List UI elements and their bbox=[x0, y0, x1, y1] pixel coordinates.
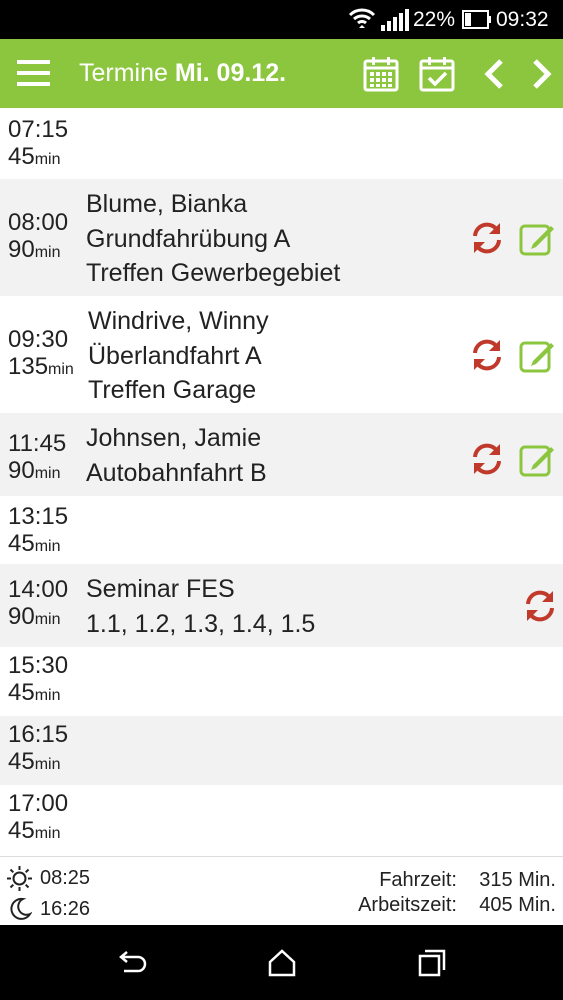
appointment-row[interactable]: 07:15 45min bbox=[0, 108, 563, 179]
appointment-row[interactable]: 09:30 135min Windrive, Winny Überlandfah… bbox=[0, 296, 563, 413]
appointment-row[interactable]: 15:30 45min bbox=[0, 647, 563, 716]
sunrise-time: 08:25 bbox=[40, 867, 91, 889]
time-column: 14:00 90min bbox=[8, 576, 68, 633]
time-column: 08:00 90min bbox=[8, 209, 68, 266]
appointment-time: 09:30 bbox=[8, 326, 69, 353]
back-icon[interactable] bbox=[116, 947, 148, 979]
appointment-lesson: Überlandfahrt A bbox=[88, 341, 262, 370]
time-column: 16:15 45min bbox=[8, 721, 68, 778]
appointment-time: 15:30 bbox=[8, 652, 69, 679]
appointment-details: Windrive, Winny Überlandfahrt A Treffen … bbox=[88, 304, 269, 408]
appointment-student: Johnsen, Jamie bbox=[86, 424, 262, 452]
appointment-duration: 135min bbox=[8, 353, 74, 380]
appointment-time: 11:45 bbox=[8, 430, 67, 457]
appointment-duration: 45min bbox=[8, 679, 61, 706]
status-bar: 22% 09:32 bbox=[0, 0, 563, 39]
calendar-check-icon[interactable] bbox=[419, 56, 455, 92]
recent-apps-icon[interactable] bbox=[416, 947, 448, 979]
title-prefix: Termine bbox=[79, 59, 168, 87]
appointment-duration: 45min bbox=[8, 143, 61, 170]
wifi-icon bbox=[348, 8, 376, 28]
fahrzeit-label: Fahrzeit: bbox=[379, 869, 457, 891]
chevron-right-icon[interactable] bbox=[523, 56, 559, 92]
summary-footer: 08:25 16:26 Fahrzeit: 315 Min. Arbeitsze… bbox=[0, 856, 563, 926]
system-nav-bar bbox=[0, 925, 563, 1000]
appointment-duration: 45min bbox=[8, 748, 61, 775]
edit-icon[interactable] bbox=[519, 441, 555, 477]
battery-percent: 22% bbox=[413, 8, 456, 31]
time-column: 15:30 45min bbox=[8, 652, 68, 709]
appointment-time: 16:15 bbox=[8, 721, 69, 748]
fahrzeit-value: 315 Min. bbox=[479, 869, 556, 891]
appointment-lesson: Autobahnfahrt B bbox=[86, 458, 267, 487]
menu-button[interactable] bbox=[17, 60, 50, 86]
appointment-details: Seminar FES 1.1, 1.2, 1.3, 1.4, 1.5 bbox=[86, 572, 315, 641]
appointment-row[interactable]: 13:15 45min bbox=[0, 496, 563, 564]
appointment-duration: 90min bbox=[8, 236, 61, 263]
appointment-student: Blume, Bianka bbox=[86, 190, 248, 218]
appointment-time: 08:00 bbox=[8, 209, 69, 236]
appointment-title: Seminar FES bbox=[86, 575, 235, 603]
time-column: 07:15 45min bbox=[8, 116, 68, 173]
arbeitszeit-value: 405 Min. bbox=[479, 894, 556, 916]
calendar-month-icon[interactable] bbox=[363, 56, 399, 92]
signal-icon bbox=[381, 9, 409, 31]
appointment-row[interactable]: 11:45 90min Johnsen, Jamie Autobahnfahrt… bbox=[0, 413, 563, 496]
appointment-row[interactable]: 08:00 90min Blume, Bianka Grundfahrübung… bbox=[0, 179, 563, 296]
appointment-time: 13:15 bbox=[8, 503, 69, 530]
refresh-icon[interactable] bbox=[469, 220, 505, 256]
appointment-duration: 45min bbox=[8, 530, 61, 557]
appointment-row[interactable]: 14:00 90min Seminar FES 1.1, 1.2, 1.3, 1… bbox=[0, 564, 563, 647]
appointment-lesson: Grundfahrübung A bbox=[86, 224, 291, 253]
page-title: Termine Mi. 09.12. bbox=[79, 59, 286, 88]
status-clock: 09:32 bbox=[496, 8, 549, 31]
appointment-duration: 45min bbox=[8, 817, 61, 844]
appointment-duration: 90min bbox=[8, 457, 61, 484]
chevron-left-icon[interactable] bbox=[477, 56, 513, 92]
app-toolbar: Termine Mi. 09.12. bbox=[0, 39, 563, 108]
edit-icon[interactable] bbox=[519, 220, 555, 256]
appointment-time: 14:00 bbox=[8, 576, 69, 603]
sun-icon bbox=[7, 866, 32, 891]
time-column: 17:00 45min bbox=[8, 790, 68, 847]
home-icon[interactable] bbox=[266, 947, 298, 979]
sunset-time: 16:26 bbox=[40, 898, 91, 920]
appointment-row[interactable]: 17:00 45min bbox=[0, 785, 563, 856]
time-column: 13:15 45min bbox=[8, 503, 68, 560]
edit-icon[interactable] bbox=[519, 337, 555, 373]
refresh-icon[interactable] bbox=[522, 588, 558, 624]
appointment-time: 17:00 bbox=[8, 790, 69, 817]
title-date: Mi. 09.12. bbox=[174, 59, 287, 87]
appointment-meeting-point: Treffen Garage bbox=[88, 376, 257, 404]
time-column: 11:45 90min bbox=[8, 430, 66, 487]
appointment-duration: 90min bbox=[8, 603, 61, 630]
appointment-row[interactable]: 16:15 45min bbox=[0, 716, 563, 785]
appointment-student: Windrive, Winny bbox=[88, 307, 269, 335]
arbeitszeit-label: Arbeitszeit: bbox=[358, 894, 457, 916]
battery-icon bbox=[462, 10, 491, 29]
refresh-icon[interactable] bbox=[469, 441, 505, 477]
appointment-details: Blume, Bianka Grundfahrübung A Treffen G… bbox=[86, 187, 340, 291]
appointment-time: 07:15 bbox=[8, 116, 69, 143]
appointment-topics: 1.1, 1.2, 1.3, 1.4, 1.5 bbox=[86, 609, 316, 638]
time-column: 09:30 135min bbox=[8, 326, 74, 383]
moon-icon bbox=[10, 897, 32, 920]
appointment-meeting-point: Treffen Gewerbegebiet bbox=[86, 259, 341, 287]
appointment-details: Johnsen, Jamie Autobahnfahrt B bbox=[86, 421, 267, 490]
refresh-icon[interactable] bbox=[469, 337, 505, 373]
